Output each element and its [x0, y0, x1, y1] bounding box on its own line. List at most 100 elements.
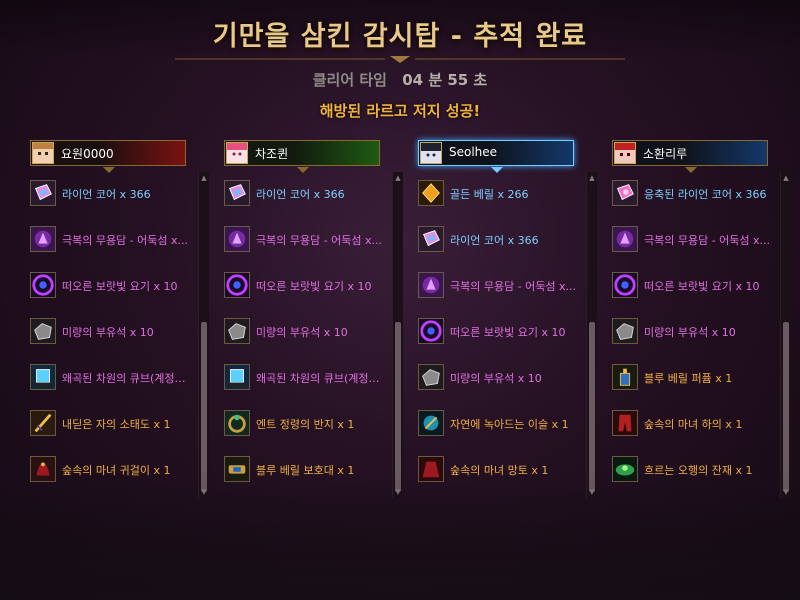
item-name: 떠오른 보랏빛 요기 x 10: [62, 280, 178, 293]
reward-list: 라이언 코어 x 366 극복의 무용담 - 어둑섬 x... 떠오른 보랏빛 요기…: [224, 180, 389, 502]
list-item[interactable]: 극복의 무용담 - 어둑섬 x...: [612, 226, 777, 272]
purple-aura-icon[interactable]: [612, 272, 638, 298]
list-item[interactable]: 떠오른 보랏빛 요기 x 10: [30, 272, 195, 318]
lion-core-icon[interactable]: [418, 226, 444, 252]
player-name-bar: Seolhee: [418, 140, 574, 173]
floating-stone-icon[interactable]: [30, 318, 56, 344]
avatar: [226, 142, 248, 164]
player-name-bar: 차조퀸: [224, 140, 380, 173]
list-item[interactable]: 숲속의 마녀 하의 x 1: [612, 410, 777, 456]
avatar: [420, 142, 442, 164]
player-name: Seolhee: [449, 145, 498, 159]
list-item[interactable]: 골든 베릴 x 266: [418, 180, 583, 226]
ring-icon[interactable]: [224, 410, 250, 436]
item-name: 숲속의 마녀 하의 x 1: [644, 418, 743, 431]
list-item[interactable]: 미량의 부유석 x 10: [30, 318, 195, 364]
item-name: 응축된 라이언 코어 x 366: [644, 188, 767, 201]
list-item[interactable]: 블루 베릴 퍼퓸 x 1: [612, 364, 777, 410]
heroic-tale-icon[interactable]: [612, 226, 638, 252]
scroll-thumb[interactable]: [395, 322, 401, 492]
list-item[interactable]: 자연에 녹아드는 이슬 x 1: [418, 410, 583, 456]
background-haze: [0, 470, 800, 600]
heroic-tale-icon[interactable]: [224, 226, 250, 252]
reward-list: 골든 베릴 x 266 라이언 코어 x 366 극복의 무용담 - 어둑섬 x..…: [418, 180, 583, 502]
player-reward-panel: 소환리루응축된 라이언 코어 x 366 극복의 무용담 - 어둑섬 x... 떠오…: [612, 140, 792, 498]
player-reward-panel: 차조퀸라이언 코어 x 366 극복의 무용담 - 어둑섬 x... 떠오른 보랏빛…: [224, 140, 404, 498]
item-name: 라이언 코어 x 366: [62, 188, 151, 201]
list-item[interactable]: 떠오른 보랏빛 요기 x 10: [224, 272, 389, 318]
lion-core-icon[interactable]: [224, 180, 250, 206]
avatar: [32, 142, 54, 164]
lion-core-icon[interactable]: [30, 180, 56, 206]
scrollbar[interactable]: ▲▼: [198, 172, 209, 498]
golden-beryl-icon[interactable]: [418, 180, 444, 206]
list-item[interactable]: 응축된 라이언 코어 x 366: [612, 180, 777, 226]
list-item[interactable]: 떠오른 보랏빛 요기 x 10: [418, 318, 583, 364]
item-name: 라이언 코어 x 366: [450, 234, 539, 247]
purple-aura-icon[interactable]: [224, 272, 250, 298]
name-bar-pointer: [685, 167, 697, 173]
item-name: 자연에 녹아드는 이슬 x 1: [450, 418, 569, 431]
list-item[interactable]: 극복의 무용담 - 어둑섬 x...: [224, 226, 389, 272]
scroll-up-icon[interactable]: ▲: [588, 174, 596, 182]
scroll-up-icon[interactable]: ▲: [394, 174, 402, 182]
reward-list: 응축된 라이언 코어 x 366 극복의 무용담 - 어둑섬 x... 떠오른 보랏…: [612, 180, 777, 502]
list-item[interactable]: 미량의 부유석 x 10: [224, 318, 389, 364]
item-name: 미량의 부유석 x 10: [62, 326, 154, 339]
scroll-thumb[interactable]: [589, 322, 595, 492]
list-item[interactable]: 극복의 무용담 - 어둑섬 x...: [30, 226, 195, 272]
dew-icon[interactable]: [418, 410, 444, 436]
scroll-up-icon[interactable]: ▲: [200, 174, 208, 182]
player-reward-panel: Seolhee 골든 베릴 x 266 라이언 코어 x 366 극복의 무용담 - …: [418, 140, 598, 498]
clear-time-label: 클리어 타임: [312, 71, 387, 89]
list-item[interactable]: 미량의 부유석 x 10: [612, 318, 777, 364]
floating-stone-icon[interactable]: [612, 318, 638, 344]
pants-icon[interactable]: [612, 410, 638, 436]
scrollbar[interactable]: ▲▼: [586, 172, 597, 498]
heroic-tale-icon[interactable]: [418, 272, 444, 298]
scroll-up-icon[interactable]: ▲: [782, 174, 790, 182]
purple-aura-icon[interactable]: [418, 318, 444, 344]
list-item[interactable]: 라이언 코어 x 366: [224, 180, 389, 226]
floating-stone-icon[interactable]: [224, 318, 250, 344]
success-message: 해방된 라르고 저지 성공!: [319, 102, 481, 120]
list-item[interactable]: 엔트 정령의 반지 x 1: [224, 410, 389, 456]
player-reward-panel: 요원0000 라이언 코어 x 366 극복의 무용담 - 어둑섬 x... 떠오른 …: [30, 140, 210, 498]
item-name: 떠오른 보랏빛 요기 x 10: [450, 326, 566, 339]
item-name: 떠오른 보랏빛 요기 x 10: [256, 280, 372, 293]
player-name-bar: 소환리루: [612, 140, 768, 173]
avatar: [614, 142, 636, 164]
list-item[interactable]: 왜곡된 차원의 큐브(계정귀...: [224, 364, 389, 410]
item-name: 왜곡된 차원의 큐브(계정귀...: [256, 372, 386, 385]
item-name: 미량의 부유석 x 10: [256, 326, 348, 339]
list-item[interactable]: 미량의 부유석 x 10: [418, 364, 583, 410]
list-item[interactable]: 극복의 무용담 - 어둑섬 x...: [418, 272, 583, 318]
list-item[interactable]: 왜곡된 차원의 큐브(계정귀...: [30, 364, 195, 410]
condensed-core-icon[interactable]: [612, 180, 638, 206]
item-name: 극복의 무용담 - 어둑섬 x...: [450, 280, 577, 293]
perfume-icon[interactable]: [612, 364, 638, 390]
scroll-thumb[interactable]: [783, 322, 789, 492]
list-item[interactable]: 떠오른 보랏빛 요기 x 10: [612, 272, 777, 318]
item-name: 라이언 코어 x 366: [256, 188, 345, 201]
scroll-thumb[interactable]: [201, 322, 207, 492]
list-item[interactable]: 내딛은 자의 소태도 x 1: [30, 410, 195, 456]
scrollbar[interactable]: ▲▼: [392, 172, 403, 498]
purple-aura-icon[interactable]: [30, 272, 56, 298]
player-name: 차조퀸: [255, 147, 289, 161]
item-name: 왜곡된 차원의 큐브(계정귀...: [62, 372, 192, 385]
list-item[interactable]: 라이언 코어 x 366: [30, 180, 195, 226]
distorted-cube-icon[interactable]: [30, 364, 56, 390]
heroic-tale-icon[interactable]: [30, 226, 56, 252]
item-name: 미량의 부유석 x 10: [450, 372, 542, 385]
player-name: 요원0000: [61, 147, 114, 161]
list-item[interactable]: 라이언 코어 x 366: [418, 226, 583, 272]
name-bar-pointer: [491, 167, 503, 173]
item-name: 미량의 부유석 x 10: [644, 326, 736, 339]
scrollbar[interactable]: ▲▼: [780, 172, 791, 498]
distorted-cube-icon[interactable]: [224, 364, 250, 390]
item-name: 떠오른 보랏빛 요기 x 10: [644, 280, 760, 293]
floating-stone-icon[interactable]: [418, 364, 444, 390]
result-header: 기만을 삼킨 감시탑 - 추적 완료 클리어 타임 04 분 55 초 해방된 …: [0, 0, 800, 125]
blade-icon[interactable]: [30, 410, 56, 436]
